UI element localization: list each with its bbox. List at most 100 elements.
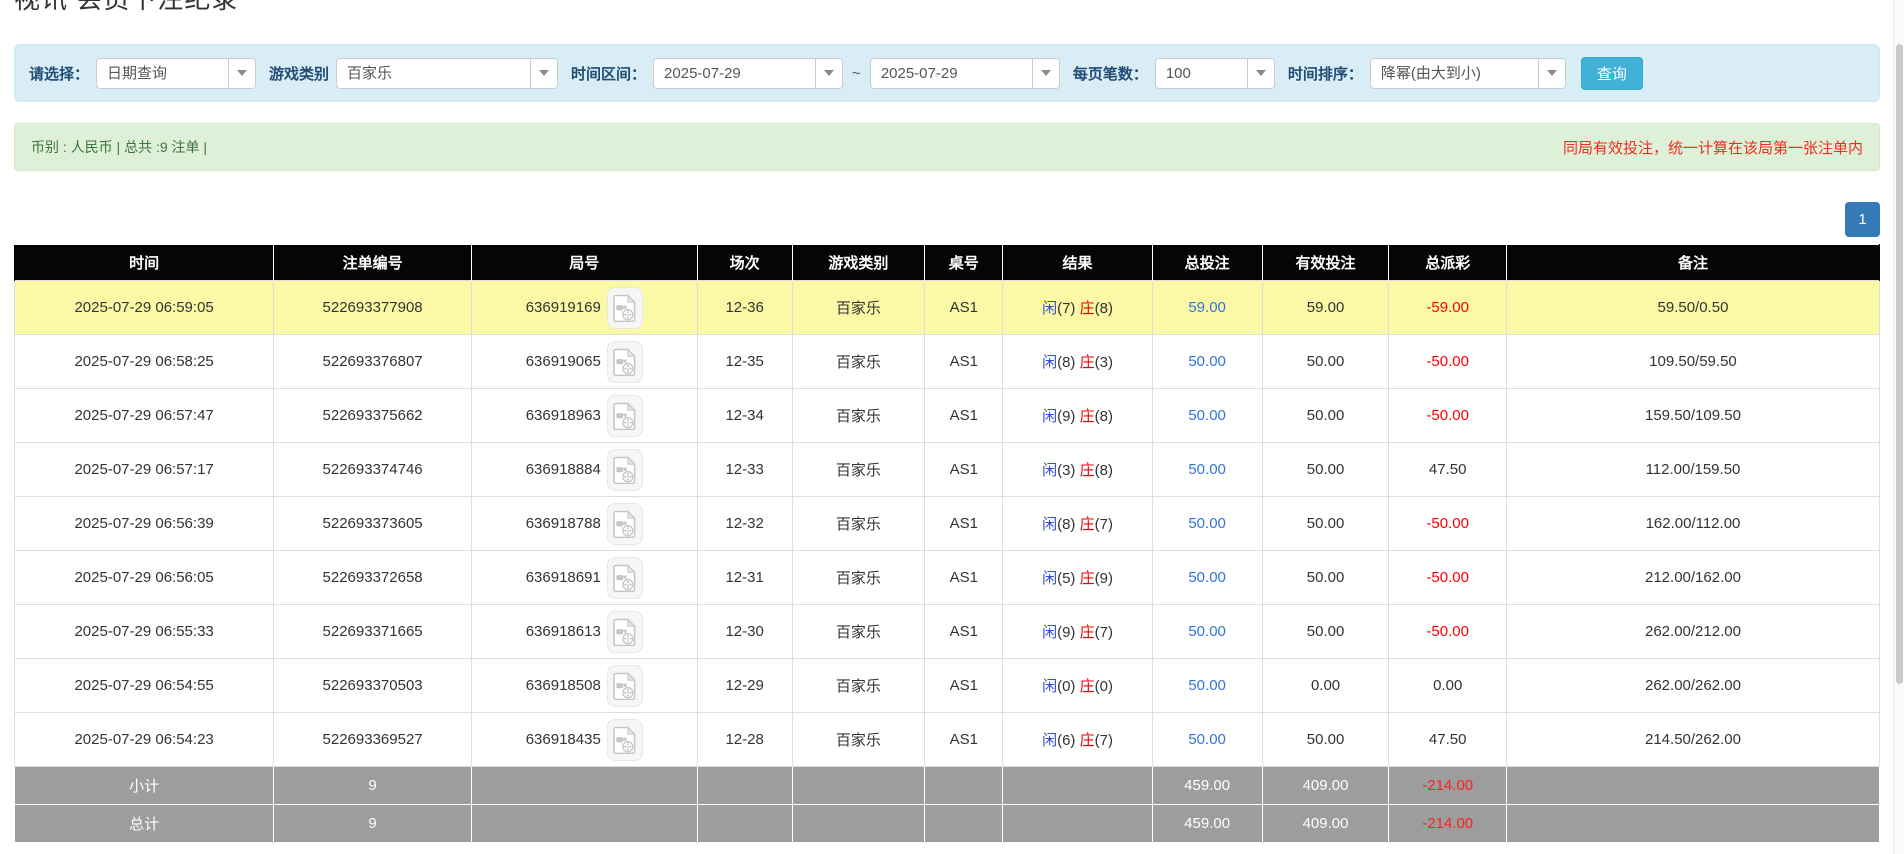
table-row[interactable]: 2025-07-29 06:56:39 522693373605 636918788… [13,496,1881,551]
cell-valid-bet: 59.00 [1261,280,1390,335]
time-sort-select[interactable]: 降幂(由大到小) [1369,57,1566,89]
cell-time: 2025-07-29 06:58:25 [13,334,275,389]
total-bet-link[interactable]: 50.00 [1188,515,1226,532]
col-header-session: 场次 [696,244,793,281]
cell-game-type: 百家乐 [791,550,926,605]
cell-game-type: 百家乐 [791,604,926,659]
cell-time: 2025-07-29 06:57:47 [13,388,275,443]
result-banker-label: 庄 [1079,408,1095,425]
round-number: 636918691 [525,569,601,586]
cell-result: 闲(8) 庄(3) [1002,334,1153,389]
table-row[interactable]: 2025-07-29 06:54:23 522693369527 636918435… [13,712,1881,767]
col-header-round: 局号 [470,244,698,281]
video-replay-button[interactable] [606,448,643,491]
result-player-label: 闲 [1042,570,1058,587]
cell-total-bet: 50.00 [1151,388,1263,443]
video-replay-button[interactable] [606,502,643,545]
page-size-select[interactable]: 100 [1154,57,1275,89]
table-row[interactable]: 2025-07-29 06:57:17 522693374746 636918884… [13,442,1881,497]
video-replay-button[interactable] [606,718,643,761]
total-bet-link[interactable]: 50.00 [1188,353,1226,370]
table-row[interactable]: 2025-07-29 06:56:05 522693372658 636918691… [13,550,1881,605]
page-title: 视讯 会员下注纪录 [14,0,1904,15]
result-player-score: (6) [1057,732,1080,749]
scrollbar[interactable] [1893,0,1904,854]
game-type-select[interactable]: 百家乐 [336,57,559,89]
currency-summary-text: 币别 : 人民币 | 总共 :9 注单 | [31,139,208,155]
caret-down-icon[interactable] [1537,58,1565,88]
total-bet-link[interactable]: 50.00 [1188,461,1226,478]
bet-records-table: 时间 注单编号 局号 场次 游戏类别 桌号 结果 总投注 有效投注 总派彩 备注… [13,244,1881,843]
col-header-result: 结果 [1002,244,1153,281]
video-replay-button[interactable] [606,664,643,707]
page-1-button[interactable]: 1 [1845,202,1880,237]
cell-remark: 109.50/59.50 [1505,334,1881,389]
page-size-value: 100 [1165,64,1191,82]
cell-result: 闲(0) 庄(0) [1002,658,1153,713]
caret-down-icon[interactable] [815,58,843,88]
result-banker-score: (9) [1094,570,1113,587]
caret-down-icon[interactable] [530,58,558,88]
query-type-select[interactable]: 日期查询 [96,57,257,89]
video-replay-button[interactable] [606,394,643,437]
date-to-input[interactable]: 2025-07-29 [869,57,1060,89]
total-bet-link[interactable]: 50.00 [1188,623,1226,640]
date-from-input[interactable]: 2025-07-29 [653,57,844,89]
result-banker-label: 庄 [1079,570,1095,587]
cell-remark: 162.00/112.00 [1505,496,1881,551]
cell-round: 636918788 [470,496,698,551]
cell-total-bet: 50.00 [1151,604,1263,659]
video-replay-button[interactable] [606,286,643,329]
video-replay-button[interactable] [606,610,643,653]
filter-panel: 请选择： 日期查询 游戏类别 百家乐 时间区间： 2025-07-29 ~ 20… [14,44,1880,102]
cell-time: 2025-07-29 06:54:55 [13,658,275,713]
cell-round: 636918508 [470,658,698,713]
cell-table-no: AS1 [924,442,1004,497]
cell-total-bet: 50.00 [1151,496,1263,551]
total-bet-link[interactable]: 50.00 [1188,407,1226,424]
cell-result: 闲(6) 庄(7) [1002,712,1153,767]
result-banker-score: (8) [1094,300,1113,317]
cell-time: 2025-07-29 06:56:05 [13,550,275,605]
caret-down-icon[interactable] [228,58,256,88]
total-bet-link[interactable]: 50.00 [1188,731,1226,748]
total-bet-link[interactable]: 50.00 [1188,569,1226,586]
table-row[interactable]: 2025-07-29 06:54:55 522693370503 636918508… [13,658,1881,713]
cell-bet-id: 522693370503 [273,658,472,713]
cell-payout: -50.00 [1388,604,1507,659]
search-button[interactable]: 查询 [1580,56,1643,90]
cell-table-no: AS1 [924,388,1004,443]
cell-bet-id: 522693369527 [273,712,472,767]
cell-round: 636918691 [470,550,698,605]
table-row[interactable]: 2025-07-29 06:58:25 522693376807 636919065… [13,334,1881,389]
video-replay-button[interactable] [606,556,643,599]
result-banker-label: 庄 [1079,462,1095,479]
caret-down-icon[interactable] [1246,58,1274,88]
cell-bet-id: 522693377908 [273,280,472,335]
video-replay-icon [613,293,637,322]
result-banker-score: (7) [1094,624,1113,641]
cell-valid-bet: 50.00 [1261,550,1390,605]
cell-game-type: 百家乐 [791,442,926,497]
caret-down-icon[interactable] [1031,58,1059,88]
result-player-label: 闲 [1042,678,1058,695]
result-banker-score: (8) [1094,408,1113,425]
table-row[interactable]: 2025-07-29 06:59:05 522693377908 636919169… [13,280,1881,335]
total-bet-link[interactable]: 50.00 [1188,677,1226,694]
video-replay-button[interactable] [606,340,643,383]
round-number: 636918508 [525,677,601,694]
cell-time: 2025-07-29 06:55:33 [13,604,275,659]
result-banker-label: 庄 [1079,516,1095,533]
cell-time: 2025-07-29 06:59:05 [13,280,275,335]
table-row[interactable]: 2025-07-29 06:57:47 522693375662 636918963… [13,388,1881,443]
cell-payout: -50.00 [1388,334,1507,389]
scrollbar-thumb[interactable] [1896,44,1903,684]
cell-total-bet: 50.00 [1151,334,1263,389]
cell-payout: 47.50 [1388,442,1507,497]
cell-bet-id: 522693372658 [273,550,472,605]
table-row[interactable]: 2025-07-29 06:55:33 522693371665 636918613… [13,604,1881,659]
total-bet-link[interactable]: 59.00 [1188,299,1226,316]
cell-valid-bet: 50.00 [1261,388,1390,443]
cell-table-no: AS1 [924,658,1004,713]
cell-remark: 212.00/162.00 [1505,550,1881,605]
